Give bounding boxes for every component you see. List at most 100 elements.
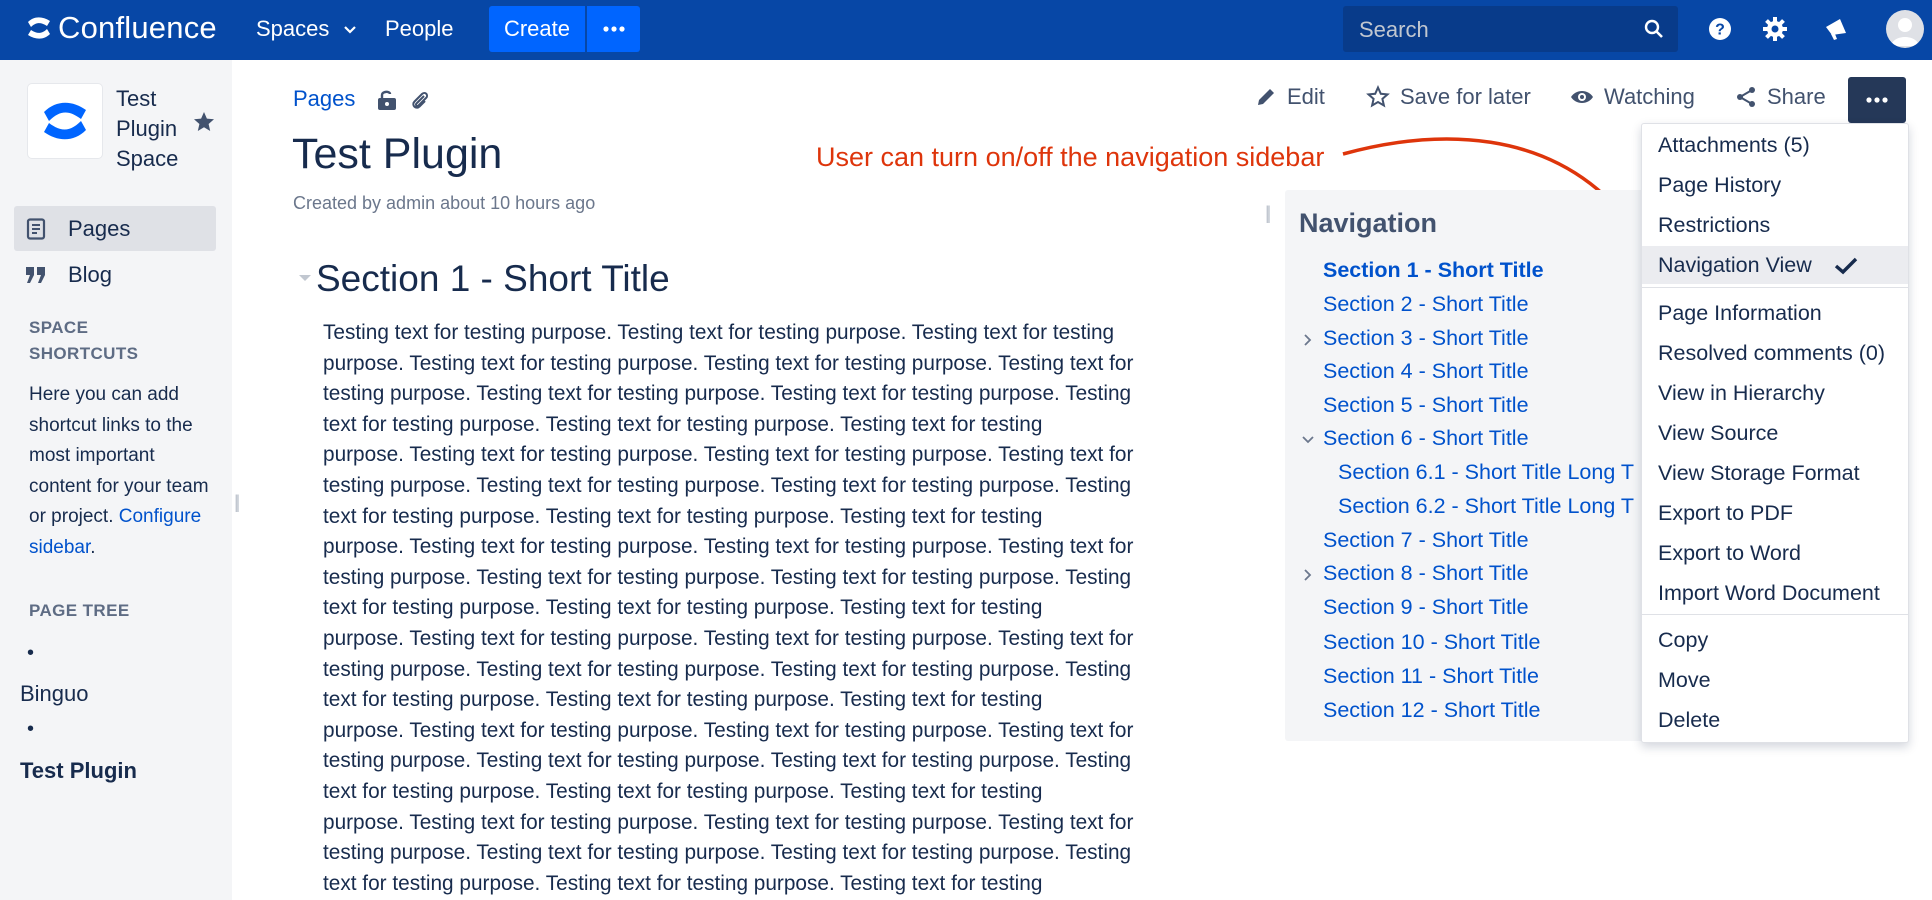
space-shortcuts-heading: SPACE SHORTCUTS <box>29 318 139 363</box>
more-actions-menu: Attachments (5) Page History Restrictions N… <box>1641 123 1909 743</box>
settings-gear-icon[interactable] <box>1761 15 1789 43</box>
body-text-line: text for testing purpose. Testing text f… <box>323 596 1043 620</box>
confluence-logo[interactable]: Confluence <box>26 10 217 46</box>
unlock-icon[interactable] <box>377 89 397 111</box>
navigation-item[interactable]: Section 6.2 - Short Title Long T <box>1338 494 1634 519</box>
tree-bullet: • <box>27 718 35 740</box>
pages-icon <box>16 217 56 240</box>
menu-item[interactable]: Navigation View <box>1642 246 1908 284</box>
space-name[interactable]: Test Plugin Space <box>116 84 196 174</box>
navigation-item[interactable]: Section 3 - Short Title <box>1323 326 1529 351</box>
body-text-line: testing purpose. Testing text for testin… <box>323 749 1132 773</box>
navigation-item[interactable]: Section 9 - Short Title <box>1323 595 1529 620</box>
collapse-caret-icon[interactable] <box>298 273 312 283</box>
pencil-icon <box>1255 86 1277 108</box>
menu-item-label: Move <box>1658 668 1711 692</box>
sidebar-item-blog[interactable]: Blog <box>14 252 216 297</box>
chevron-right-icon[interactable] <box>1301 568 1315 582</box>
menu-item[interactable]: Resolved comments (0) <box>1642 334 1908 372</box>
navigation-item[interactable]: Section 5 - Short Title <box>1323 393 1529 418</box>
edit-label: Edit <box>1287 84 1325 109</box>
breadcrumb-pages[interactable]: Pages <box>293 86 355 112</box>
section-body: Testing text for testing purpose. Testin… <box>323 318 1213 899</box>
menu-item[interactable]: Page Information <box>1642 294 1908 332</box>
chevron-right-icon[interactable] <box>1301 333 1315 347</box>
page-tree-item-test-plugin[interactable]: Test Plugin <box>20 758 137 784</box>
navigation-item[interactable]: Section 1 - Short Title <box>1323 258 1544 283</box>
page-tree-item-binguo[interactable]: Binguo <box>20 681 89 707</box>
menu-item[interactable]: Import Word Document <box>1642 574 1908 612</box>
menu-item-label: View in Hierarchy <box>1658 381 1825 405</box>
chevron-down-icon[interactable] <box>1301 433 1315 447</box>
chevron-down-icon <box>343 26 356 34</box>
menu-item[interactable]: Move <box>1642 661 1908 699</box>
navigation-item[interactable]: Section 6 - Short Title <box>1323 426 1529 451</box>
menu-item-label: Navigation View <box>1658 253 1812 277</box>
body-text-line: purpose. Testing text for testing purpos… <box>323 626 1134 650</box>
navigation-item[interactable]: Section 11 - Short Title <box>1323 664 1539 689</box>
app-name: Confluence <box>58 10 217 45</box>
menu-item[interactable]: View in Hierarchy <box>1642 374 1908 412</box>
navigation-item[interactable]: Section 7 - Short Title <box>1323 528 1529 553</box>
help-icon[interactable]: ? <box>1706 15 1734 43</box>
column-resize-handle[interactable]: || <box>1265 203 1272 224</box>
search-icon[interactable] <box>1644 19 1664 39</box>
body-text-line: text for testing purpose. Testing text f… <box>323 688 1043 712</box>
menu-item[interactable]: Export to PDF <box>1642 494 1908 532</box>
menu-item-label: View Storage Format <box>1658 461 1860 485</box>
body-text-line: purpose. Testing text for testing purpos… <box>323 443 1134 467</box>
spaces-menu[interactable]: Spaces <box>256 0 356 60</box>
configure-suffix: . <box>90 536 96 558</box>
menu-item[interactable]: Restrictions <box>1642 206 1908 244</box>
navigation-item[interactable]: Section 12 - Short Title <box>1323 698 1541 723</box>
checkmark-icon <box>1834 257 1858 275</box>
notifications-megaphone-icon[interactable] <box>1822 15 1850 43</box>
star-outline-icon <box>1366 85 1390 109</box>
share-button[interactable]: Share <box>1735 84 1826 110</box>
search-input[interactable] <box>1357 6 1631 54</box>
menu-item[interactable]: Attachments (5) <box>1642 126 1908 164</box>
menu-item[interactable]: Page History <box>1642 166 1908 204</box>
create-more-button[interactable] <box>587 6 640 52</box>
sidebar-resize-handle[interactable]: || <box>234 492 241 513</box>
quote-icon <box>16 265 56 285</box>
watching-button[interactable]: Watching <box>1570 84 1695 110</box>
tree-bullet: • <box>27 642 35 664</box>
annotation-text: User can turn on/off the navigation side… <box>816 142 1325 172</box>
navigation-item[interactable]: Section 10 - Short Title <box>1323 630 1541 655</box>
attachment-paperclip-icon[interactable] <box>410 89 430 111</box>
search-box <box>1343 6 1678 54</box>
top-navigation-bar: Confluence Spaces People Create ? <box>0 0 1932 60</box>
user-avatar[interactable] <box>1886 10 1924 48</box>
more-dots-icon <box>602 26 625 32</box>
sidebar-item-pages[interactable]: Pages <box>14 206 216 251</box>
menu-item[interactable]: View Storage Format <box>1642 454 1908 492</box>
body-text-line: purpose. Testing text for testing purpos… <box>323 351 1134 375</box>
navigation-item[interactable]: Section 4 - Short Title <box>1323 359 1529 384</box>
menu-item[interactable]: Export to Word <box>1642 534 1908 572</box>
body-text-line: testing purpose. Testing text for testin… <box>323 657 1132 681</box>
menu-item[interactable]: Copy <box>1642 621 1908 659</box>
navigation-sidebar: Navigation Section 1 - Short Title Sectio… <box>1285 190 1645 741</box>
body-text-line: testing purpose. Testing text for testin… <box>323 565 1132 589</box>
menu-item-label: Restrictions <box>1658 213 1771 237</box>
menu-item-label: Resolved comments (0) <box>1658 341 1886 365</box>
confluence-space-logo-icon <box>44 102 86 140</box>
star-icon[interactable] <box>192 110 216 134</box>
menu-item-label: Export to Word <box>1658 541 1801 565</box>
more-actions-button[interactable] <box>1848 77 1906 123</box>
eye-icon <box>1570 88 1594 106</box>
space-logo[interactable] <box>28 84 102 158</box>
create-button[interactable]: Create <box>489 6 585 52</box>
body-text-line: purpose. Testing text for testing purpos… <box>323 810 1134 834</box>
edit-button[interactable]: Edit <box>1255 84 1325 110</box>
body-text-line: text for testing purpose. Testing text f… <box>323 504 1043 528</box>
navigation-item[interactable]: Section 6.1 - Short Title Long T <box>1338 460 1634 485</box>
save-for-later-button[interactable]: Save for later <box>1366 84 1531 110</box>
people-link[interactable]: People <box>385 0 454 60</box>
space-sidebar: Test Plugin Space Pages Blog SPACE SHORT… <box>0 60 232 900</box>
navigation-item[interactable]: Section 2 - Short Title <box>1323 292 1529 317</box>
navigation-item[interactable]: Section 8 - Short Title <box>1323 561 1529 586</box>
menu-item[interactable]: Delete <box>1642 701 1908 739</box>
menu-item[interactable]: View Source <box>1642 414 1908 452</box>
